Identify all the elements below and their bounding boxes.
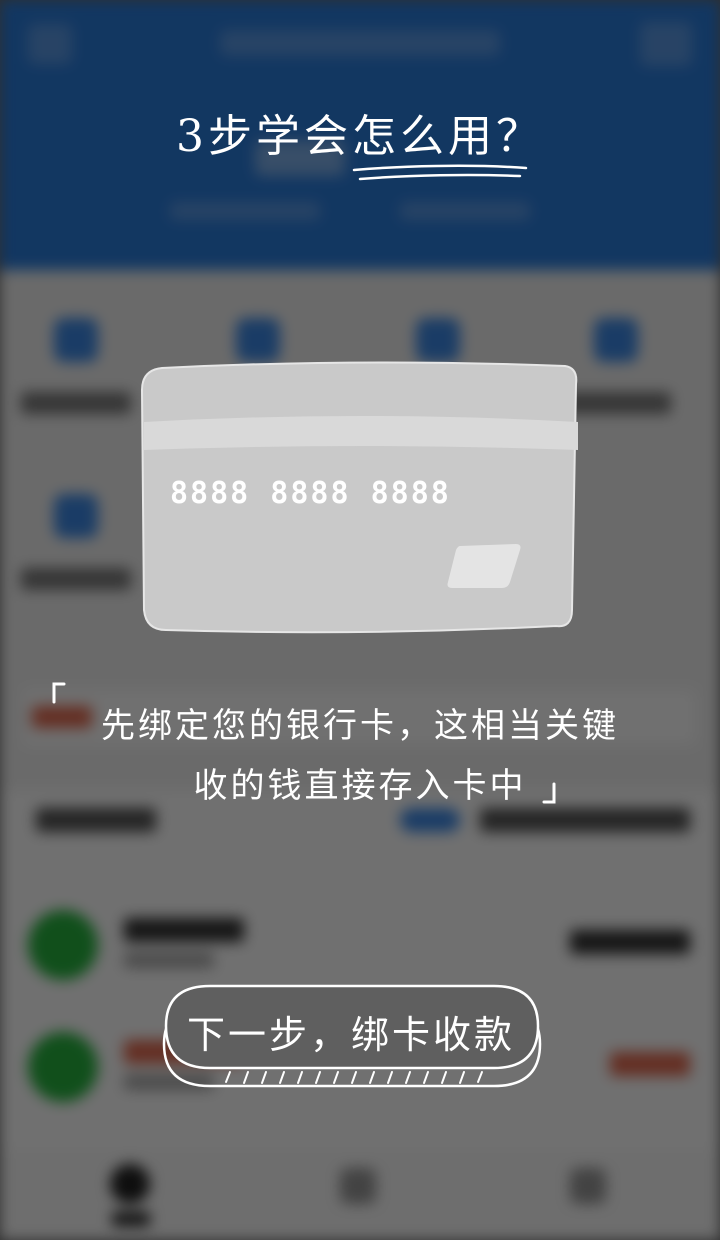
card-number: 8888 8888 8888 [170, 476, 451, 511]
card-chip-icon [447, 544, 521, 588]
next-step-button[interactable]: 下一步，绑卡收款 [160, 982, 542, 1092]
guide-description-line1: 先绑定您的银行卡，这相当关键 [101, 706, 619, 746]
guide-description-line2: 收的钱直接存入卡中 [193, 766, 527, 806]
quote-close-icon [542, 782, 556, 804]
title-underline-decoration [352, 164, 528, 181]
next-step-button-label: 下一步，绑卡收款 [186, 1013, 515, 1057]
guide-title: 3步学会怎么用？ [176, 111, 544, 162]
